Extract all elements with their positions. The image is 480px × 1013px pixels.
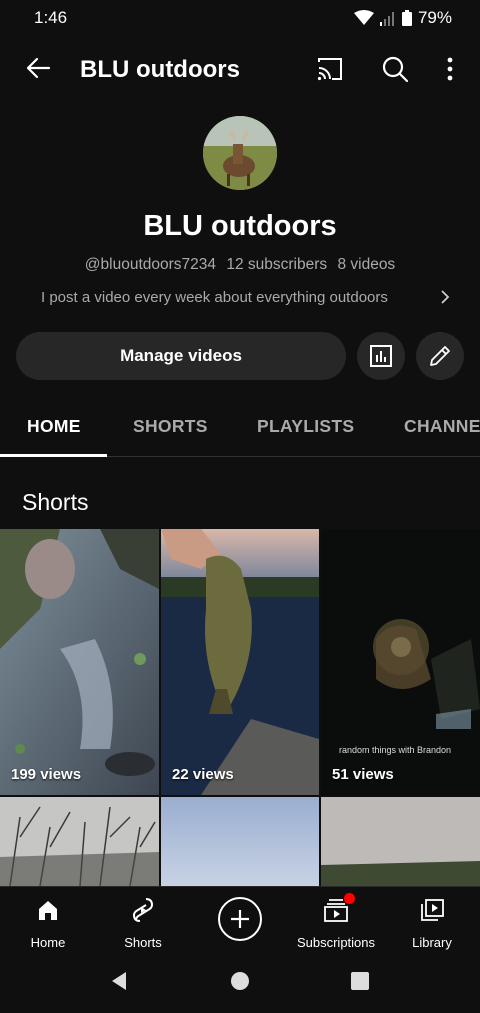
- app-bar-title: BLU outdoors: [80, 56, 240, 83]
- wifi-icon: [353, 10, 374, 25]
- battery-icon: [401, 10, 412, 26]
- analytics-icon: [370, 345, 392, 367]
- subscriber-count: 12 subscribers: [226, 256, 328, 273]
- short-thumbnail-3[interactable]: random things with Brandon 51 views: [321, 529, 480, 795]
- home-icon: [39, 901, 57, 920]
- channel-tabs: HOME SHORTS PLAYLISTS CHANNELS: [0, 402, 480, 457]
- bottom-navigation: Home Shorts Subscriptions Library: [0, 886, 480, 960]
- nav-home-label: Home: [30, 935, 66, 950]
- nav-subscriptions-label: Subscriptions: [296, 935, 376, 950]
- status-time: 1:46: [34, 8, 68, 27]
- nav-shorts[interactable]: Shorts: [109, 887, 177, 961]
- system-navigation-bar: [0, 960, 480, 1013]
- edit-channel-button[interactable]: [416, 332, 464, 380]
- channel-name: BLU outdoors: [143, 210, 337, 242]
- shorts-section-title: Shorts: [22, 489, 89, 515]
- nav-library-label: Library: [412, 935, 452, 950]
- system-home-icon[interactable]: [230, 971, 250, 991]
- chevron-right-icon: [441, 290, 450, 304]
- plus-icon: [231, 910, 249, 928]
- nav-home[interactable]: Home: [14, 887, 82, 961]
- system-back-icon[interactable]: [108, 970, 130, 992]
- back-arrow-icon[interactable]: [24, 54, 52, 82]
- short-views: 51 views: [332, 766, 394, 783]
- library-icon: [421, 899, 444, 921]
- nav-subscriptions[interactable]: Subscriptions: [288, 887, 384, 961]
- channel-avatar[interactable]: [203, 116, 277, 190]
- short-thumbnail-6[interactable]: [321, 797, 480, 886]
- short-thumbnail-2[interactable]: 22 views: [161, 529, 319, 795]
- signal-icon: [379, 12, 394, 26]
- channel-meta: @bluoutdoors7234 12 subscribers 8 videos: [0, 256, 480, 274]
- channel-handle: @bluoutdoors7234: [84, 256, 217, 273]
- short-overlay-text: random things with Brandon: [339, 745, 452, 755]
- search-icon[interactable]: [381, 55, 409, 83]
- status-icons: 79%: [353, 8, 452, 28]
- nav-library[interactable]: Library: [398, 887, 466, 961]
- short-views: 22 views: [172, 766, 234, 783]
- battery-percent: 79%: [417, 8, 452, 27]
- video-count: 8 videos: [337, 256, 396, 273]
- manage-videos-button[interactable]: Manage videos: [16, 332, 346, 380]
- short-thumbnail-5[interactable]: [161, 797, 319, 886]
- nav-shorts-label: Shorts: [124, 935, 162, 950]
- short-thumbnail-4[interactable]: [0, 797, 159, 886]
- more-options-icon[interactable]: [440, 55, 460, 83]
- analytics-button[interactable]: [357, 332, 405, 380]
- tab-channels[interactable]: CHANNELS: [404, 416, 480, 437]
- app-bar: BLU outdoors: [0, 36, 480, 102]
- active-tab-indicator: [0, 454, 107, 457]
- tab-playlists[interactable]: PLAYLISTS: [257, 416, 354, 437]
- description-text: I post a video every week about everythi…: [41, 288, 388, 306]
- create-button[interactable]: [218, 897, 262, 941]
- notification-dot: [344, 893, 355, 904]
- short-thumbnail-1[interactable]: 199 views: [0, 529, 159, 795]
- tab-home[interactable]: HOME: [27, 416, 81, 437]
- short-views: 199 views: [11, 766, 82, 783]
- tab-shorts[interactable]: SHORTS: [133, 416, 208, 437]
- channel-description[interactable]: I post a video every week about everythi…: [41, 288, 451, 306]
- shorts-icon: [132, 898, 154, 922]
- cast-icon[interactable]: [316, 56, 344, 82]
- pencil-icon: [430, 346, 450, 366]
- status-bar: 1:46 79%: [0, 0, 480, 36]
- system-recents-icon[interactable]: [350, 971, 370, 991]
